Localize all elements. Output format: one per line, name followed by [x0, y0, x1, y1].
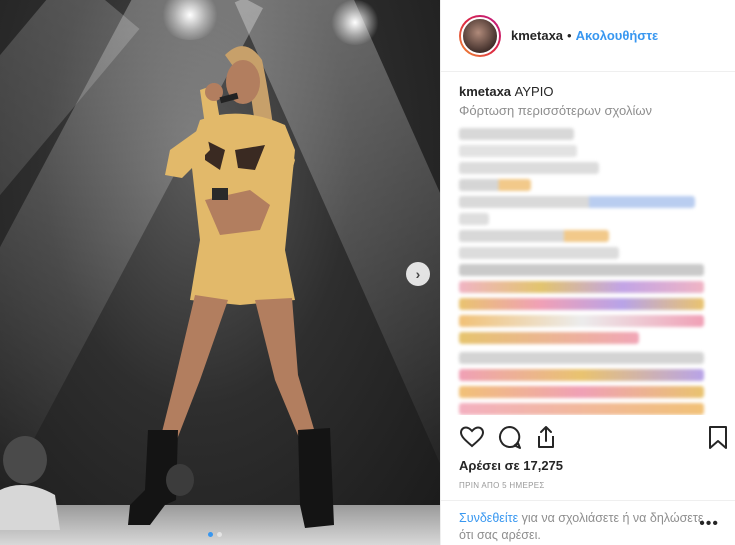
login-link[interactable]: Συνδεθείτε: [459, 511, 518, 525]
blurred-comment: [459, 369, 704, 381]
carousel-dot-active: [208, 532, 213, 537]
post-timestamp: ΠΡΙΝ ΑΠΟ 5 ΗΜΕΡΕΣ: [459, 481, 545, 490]
blurred-comment: [459, 162, 599, 174]
caption: kmetaxa ΑΥΡΙΟ: [459, 84, 717, 99]
blurred-comment: [459, 315, 704, 327]
blurred-comment: [459, 247, 619, 259]
likes-count[interactable]: Αρέσει σε 17,275: [459, 458, 563, 473]
separator-dot: •: [567, 28, 572, 43]
next-image-button[interactable]: ›: [406, 262, 430, 286]
performer-figure: [0, 46, 334, 530]
blurred-comment: [459, 281, 704, 293]
caption-text: ΑΥΡΙΟ: [514, 84, 554, 99]
heart-icon[interactable]: [459, 424, 485, 450]
comment-icon[interactable]: [497, 424, 523, 450]
blurred-comments: [459, 128, 717, 415]
post-side-panel: kmetaxa • Ακολουθήστε kmetaxa ΑΥΡΙΟ Φόρτ…: [440, 0, 735, 545]
caption-username[interactable]: kmetaxa: [459, 84, 511, 99]
avatar[interactable]: [459, 14, 501, 57]
login-prompt: Συνδεθείτε για να σχολιάσετε ή να δηλώσε…: [441, 500, 735, 545]
blurred-comment: [459, 264, 704, 276]
blurred-comment: [459, 332, 639, 344]
action-bar: [459, 424, 729, 450]
username-link[interactable]: kmetaxa: [511, 28, 563, 43]
blurred-comment: [459, 145, 577, 157]
bookmark-icon[interactable]: [705, 424, 731, 450]
load-more-comments-link[interactable]: Φόρτωση περισσότερων σχολίων: [459, 103, 717, 118]
blurred-comment: [459, 179, 531, 191]
comments-section: kmetaxa ΑΥΡΙΟ Φόρτωση περισσότερων σχολί…: [441, 72, 735, 415]
blurred-comment: [459, 386, 704, 398]
blurred-comment: [459, 403, 704, 415]
blurred-comment: [459, 298, 704, 310]
blurred-comment: [459, 352, 704, 364]
post-header: kmetaxa • Ακολουθήστε: [441, 0, 735, 72]
blurred-comment: [459, 196, 695, 208]
blurred-comment: [459, 128, 574, 140]
more-options-icon[interactable]: •••: [699, 515, 719, 533]
blurred-comment: [459, 230, 609, 242]
post-image[interactable]: ›: [0, 0, 440, 545]
carousel-indicator: [208, 532, 222, 537]
follow-button[interactable]: Ακολουθήστε: [576, 28, 659, 43]
carousel-dot: [217, 532, 222, 537]
blurred-comment: [459, 213, 489, 225]
share-icon[interactable]: [533, 424, 559, 450]
